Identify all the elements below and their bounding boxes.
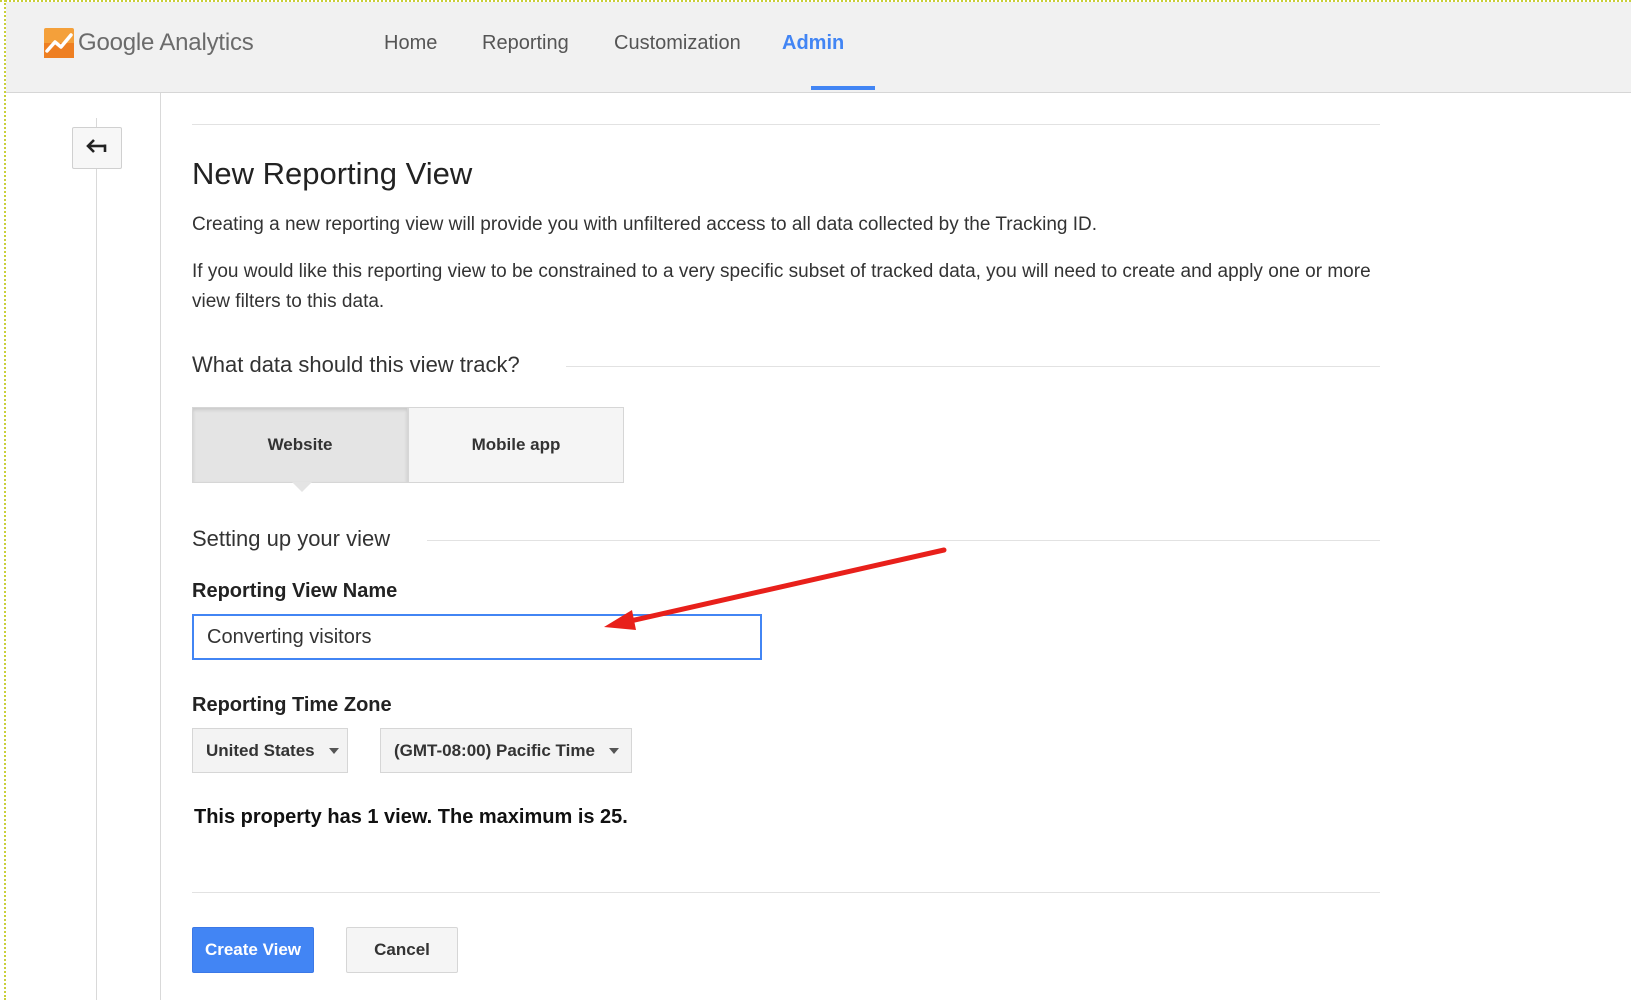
website-option-label: Website	[267, 435, 333, 454]
setup-section-heading: Setting up your view	[192, 526, 391, 551]
nav-home[interactable]: Home	[384, 32, 437, 55]
country-select-value: United States	[206, 740, 315, 760]
page-title: New Reporting View	[192, 156, 473, 191]
back-arrow-icon	[86, 138, 108, 159]
nav-customization[interactable]: Customization	[614, 32, 741, 55]
brand-logo[interactable]: Google Analytics	[44, 28, 254, 58]
filters-note: If you would like this reporting view to…	[192, 261, 1371, 312]
red-arrow-annotation	[604, 547, 947, 630]
create-view-button-label: Create View	[204, 940, 302, 959]
google-analytics-logo-icon	[44, 28, 74, 58]
cancel-button-label: Cancel	[374, 940, 430, 959]
brand-name: Google Analytics	[78, 29, 254, 56]
content-divider	[160, 93, 161, 1000]
website-option[interactable]: Website	[192, 407, 408, 483]
mobile-app-option[interactable]: Mobile app	[408, 407, 624, 483]
country-select[interactable]: United States	[192, 728, 348, 773]
track-section-heading: What data should this view track?	[192, 352, 520, 377]
top-header: Google Analytics Home Reporting Customiz…	[6, 2, 1631, 93]
timezone-select[interactable]: (GMT-08:00) Pacific Time	[380, 728, 632, 773]
chevron-down-icon	[608, 747, 619, 754]
rail-divider	[96, 118, 97, 1000]
back-button[interactable]	[72, 127, 122, 169]
top-divider	[192, 124, 1380, 125]
track-section-rule	[566, 366, 1380, 367]
time-zone-label: Reporting Time Zone	[192, 694, 392, 716]
nav-admin[interactable]: Admin	[782, 32, 844, 55]
create-view-button[interactable]: Create View	[192, 927, 314, 973]
mobile-app-option-label: Mobile app	[471, 435, 561, 454]
timezone-select-value: (GMT-08:00) Pacific Time	[394, 740, 595, 760]
chevron-down-icon	[328, 747, 339, 754]
intro-text: Creating a new reporting view will provi…	[192, 214, 1098, 235]
view-name-input[interactable]	[192, 614, 762, 660]
selected-option-pointer	[292, 482, 312, 492]
nav-reporting[interactable]: Reporting	[482, 32, 569, 55]
view-limit-note: This property has 1 view. The maximum is…	[194, 806, 628, 828]
actions-divider	[192, 892, 1380, 893]
screenshot-border-left	[4, 0, 6, 1000]
active-tab-indicator	[811, 86, 875, 90]
view-name-label: Reporting View Name	[192, 580, 398, 602]
cancel-button[interactable]: Cancel	[346, 927, 458, 973]
setup-section-rule	[427, 540, 1380, 541]
